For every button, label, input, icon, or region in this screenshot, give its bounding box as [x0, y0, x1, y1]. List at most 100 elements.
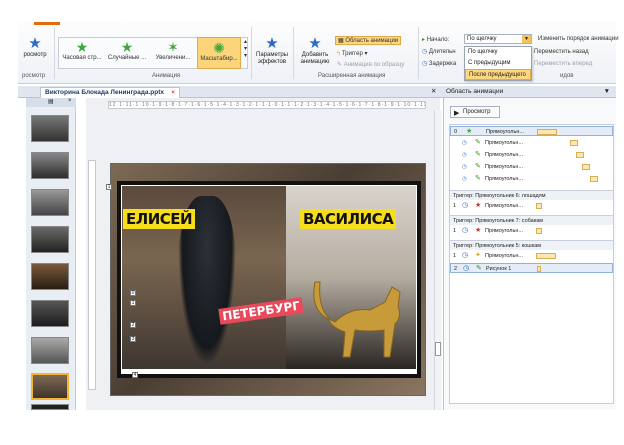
chevron-down-icon[interactable]: ▼	[604, 86, 610, 97]
duration-label-row: ◷ Длительн	[422, 48, 456, 55]
close-icon[interactable]: ×	[68, 98, 72, 104]
trigger-header[interactable]: Триггер: Прямоугольник 7: собакам	[450, 215, 613, 225]
move-back-button[interactable]: Переместить назад	[534, 49, 589, 55]
delay-clock-icon: ◷	[422, 61, 429, 67]
slide-thumbnail[interactable]	[31, 189, 69, 216]
animation-row[interactable]: ◷ ✎ Прямоугольн...	[450, 138, 613, 148]
document-tab[interactable]: Викторина Блокада Ленинграда.pptx ×	[40, 87, 180, 98]
group-separator	[251, 27, 252, 79]
start-dropdown-menu: По щелчку С предыдущим После предыдущего	[464, 46, 532, 81]
animation-painter-button[interactable]: ✎ Анимация по образцу	[337, 61, 404, 68]
move-back-label: Переместить назад	[534, 49, 589, 55]
slide-thumbnail[interactable]	[31, 404, 69, 410]
vertical-scrollbar[interactable]	[434, 110, 442, 410]
row-label: Прямоугольн...	[485, 152, 523, 158]
effect-item-scale[interactable]: ✺ Масштабир...	[197, 37, 241, 69]
effect-label: Масштабир...	[200, 56, 238, 62]
effect-item-zoom[interactable]: ✶ Увеличени...	[150, 37, 196, 69]
play-label: Просмотр	[463, 109, 491, 115]
timeline-bar[interactable]	[537, 129, 557, 135]
effect-item-random[interactable]: ★ Случайные ...	[105, 37, 149, 69]
horizontal-ruler: 12·1·11·1·10·1·9·1·8·1·7·1·6·1·5·1·4·1·3…	[108, 101, 426, 109]
animation-row[interactable]: 0 ★ Прямоугольн...	[450, 126, 613, 136]
group-separator	[418, 27, 419, 79]
slide-thumbnail[interactable]	[31, 115, 69, 142]
move-forward-button[interactable]: Переместить вперед	[534, 61, 592, 67]
animation-marker-icon[interactable]: 0	[130, 290, 136, 296]
slide-thumbnail[interactable]	[31, 226, 69, 253]
timeline-bar[interactable]	[536, 253, 556, 259]
play-button[interactable]: ▶ Просмотр	[450, 106, 500, 118]
animation-row[interactable]: ◷ ✎ Прямоугольн...	[450, 174, 613, 184]
green-star-icon: ✶	[167, 39, 179, 55]
chevron-down-icon[interactable]: ▼	[522, 35, 531, 43]
slide-thumbnail[interactable]	[31, 152, 69, 179]
timeline-bar[interactable]	[570, 140, 578, 146]
motion-path-icon: ✎	[475, 175, 481, 182]
effect-options-button[interactable]: ★ Параметры эффектов	[254, 36, 290, 66]
animation-row[interactable]: ◷ ✎ Прямоугольн...	[450, 150, 613, 160]
trigger-label: Триггер	[341, 51, 363, 57]
panel-tab-icon[interactable]: ▤	[48, 98, 54, 105]
trigger-button[interactable]: ϟ Триггер ▾	[337, 50, 367, 57]
animation-row-selected[interactable]: 2 ◷ ✎ Рисунок 1	[450, 263, 613, 273]
row-number: 2	[454, 266, 458, 272]
vertical-ruler	[88, 160, 96, 390]
slide-thumbnail[interactable]	[31, 337, 69, 364]
animation-row[interactable]: ◷ ✎ Прямоугольн...	[450, 162, 613, 172]
slide-thumbnail-selected[interactable]	[31, 373, 69, 400]
timeline-bar[interactable]	[536, 228, 542, 234]
animation-marker-icon[interactable]: 3	[130, 336, 136, 342]
timeline-bar[interactable]	[537, 266, 541, 272]
animation-pane-button[interactable]: ▦ Область анимации	[335, 36, 402, 45]
preview-group-label: росмотр	[22, 73, 46, 79]
group-separator	[293, 27, 294, 79]
animation-marker-icon[interactable]: 1	[106, 184, 112, 190]
preview-button[interactable]: ★ росмотр	[20, 36, 50, 59]
close-icon[interactable]: ×	[171, 88, 175, 98]
effect-label: Часовая стр...	[62, 55, 102, 61]
row-label: Прямоугольн...	[486, 129, 524, 135]
clock-icon: ◷	[462, 252, 469, 259]
effect-item-clock[interactable]: ★ Часовая стр...	[60, 37, 104, 69]
animation-row[interactable]: 1 ◷ ★ Прямоугольн...	[450, 226, 613, 236]
row-label: Прямоугольн...	[485, 203, 523, 209]
clock-icon: ◷	[462, 176, 467, 182]
close-icon[interactable]: ✕	[431, 86, 436, 97]
brush-icon: ✎	[337, 62, 344, 68]
animation-marker-icon[interactable]: 4	[132, 372, 138, 378]
start-option-on-click[interactable]: По щелчку	[465, 47, 531, 58]
label-elisey[interactable]: ЕЛИСЕЙ	[123, 209, 196, 229]
scrollbar-thumb[interactable]	[435, 342, 441, 356]
slide-thumbnail[interactable]	[31, 263, 69, 290]
timeline-bar[interactable]	[576, 152, 584, 158]
start-option-after-previous[interactable]: После предыдущего	[465, 69, 531, 80]
timeline-bar[interactable]	[590, 176, 598, 182]
start-dropdown[interactable]: По щелчку ▼	[464, 34, 532, 44]
row-number: 0	[454, 129, 458, 135]
emphasis-star-icon: ★	[475, 227, 482, 234]
add-animation-button[interactable]: ★ Добавить анимацию	[297, 36, 333, 66]
motion-path-icon: ✎	[475, 163, 481, 170]
animation-row[interactable]: 1 ◷ ★ Прямоугольн...	[450, 201, 613, 211]
trigger-header[interactable]: Триггер: Прямоугольник 5: кошкам	[450, 240, 613, 250]
gallery-scroll-icon[interactable]: ▴ ▾ ▾	[244, 38, 247, 59]
clock-icon: ◷	[462, 202, 469, 209]
reorder-label: Изменить порядок анимации	[538, 36, 619, 42]
row-label: Прямоугольн...	[485, 176, 523, 182]
animation-group-label: Анимация	[152, 73, 181, 79]
timeline-bar[interactable]	[582, 164, 590, 170]
timeline-bar[interactable]	[536, 203, 542, 209]
animation-marker-icon[interactable]: 1	[130, 300, 136, 306]
row-number: 1	[453, 253, 457, 259]
trigger-header[interactable]: Триггер: Прямоугольник 6: лошадям	[450, 190, 613, 200]
green-star-icon: ★	[75, 39, 89, 55]
play-icon: ▶	[454, 110, 460, 117]
effect-options-label: Параметры эффектов	[256, 52, 288, 65]
clock-icon: ◷	[462, 164, 467, 170]
start-option-with-previous[interactable]: С предыдущим	[465, 58, 531, 69]
animation-row[interactable]: 1 ◷ ✦ Прямоугольн...	[450, 251, 613, 261]
slide-thumbnail[interactable]	[31, 300, 69, 327]
animation-marker-icon[interactable]: 2	[130, 322, 136, 328]
label-vasilisa[interactable]: ВАСИЛИСА	[300, 209, 397, 229]
